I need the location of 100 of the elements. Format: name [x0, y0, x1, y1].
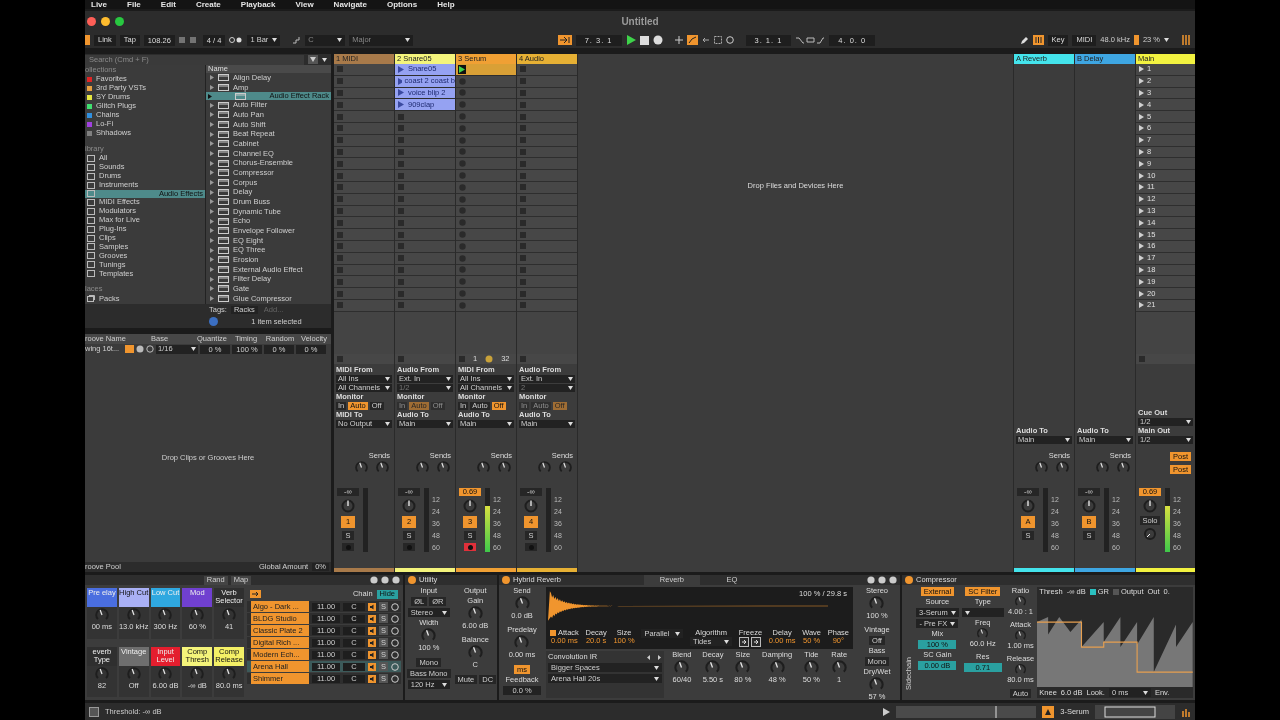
capture-icon[interactable]	[713, 36, 722, 44]
pan-knob[interactable]	[524, 499, 538, 513]
bars-icon[interactable]	[1181, 35, 1191, 45]
stop-clips-icon[interactable]	[398, 356, 404, 362]
speaker-icon[interactable]	[368, 662, 376, 671]
stop-button[interactable]	[639, 35, 649, 45]
caret-icon	[1164, 38, 1169, 42]
checkbox[interactable]	[550, 630, 556, 636]
record-icon	[528, 544, 534, 550]
stop-clips-icon[interactable]	[459, 356, 465, 362]
add-icon[interactable]	[674, 36, 683, 44]
caret-icon	[1126, 438, 1131, 442]
pan-knob[interactable]	[463, 499, 477, 513]
pan-knob[interactable]	[1021, 499, 1035, 513]
device-icon	[218, 227, 229, 235]
menu-item[interactable]: Help	[437, 0, 455, 9]
caret-icon	[441, 682, 447, 687]
maximize-button[interactable]	[115, 17, 124, 26]
chain-select-icon[interactable]	[250, 590, 261, 598]
progress-dot-icon	[485, 355, 494, 363]
prev-next-icon[interactable]	[646, 653, 662, 661]
metronome-icon[interactable]	[229, 36, 244, 44]
cpu-meter-icon	[1133, 35, 1139, 45]
caret-icon	[964, 610, 970, 615]
knob[interactable]	[513, 595, 531, 612]
arrow-box-icon[interactable]	[751, 637, 762, 647]
pencil-icon[interactable]	[1019, 35, 1029, 45]
filter-icon[interactable]	[308, 55, 318, 64]
device-icon	[218, 256, 229, 264]
speaker-icon[interactable]	[368, 626, 376, 635]
warning-icon[interactable]	[1042, 705, 1055, 718]
speaker-icon[interactable]	[368, 650, 376, 659]
knob[interactable]	[768, 659, 786, 676]
device-on-button[interactable]	[408, 576, 416, 584]
stop-clips-icon[interactable]	[520, 356, 526, 362]
menu-item[interactable]: Create	[195, 0, 221, 9]
pan-knob[interactable]	[1143, 499, 1157, 513]
session-record-icon[interactable]	[725, 36, 734, 44]
menu-item[interactable]: View	[295, 0, 314, 9]
menu-item[interactable]: Playback	[240, 0, 276, 9]
speaker-icon[interactable]	[368, 614, 376, 623]
menu-item[interactable]: File	[127, 0, 141, 9]
menu-item[interactable]: Options	[386, 0, 418, 9]
cue-knob[interactable]	[1144, 528, 1156, 540]
arm-button[interactable]	[464, 543, 476, 551]
knob[interactable]	[466, 605, 484, 622]
back-icon[interactable]	[701, 36, 710, 44]
record-icon	[345, 544, 351, 550]
close-button[interactable]	[87, 17, 96, 26]
device-icon	[218, 198, 229, 206]
panel-toggle-icon[interactable]	[89, 706, 99, 717]
follow-icon[interactable]	[557, 35, 572, 45]
knob[interactable]	[420, 627, 438, 644]
menu-item[interactable]: Edit	[160, 0, 176, 9]
scale-icon[interactable]	[292, 36, 302, 44]
knob[interactable]	[513, 634, 531, 651]
knob[interactable]	[868, 676, 886, 693]
play-icon[interactable]	[458, 64, 466, 74]
caret-icon	[507, 422, 512, 426]
knob[interactable]	[830, 659, 848, 676]
arrow-box-icon[interactable]	[739, 637, 750, 647]
menu-item[interactable]: Live	[91, 0, 107, 9]
speaker-icon[interactable]	[368, 602, 376, 611]
caret-icon	[724, 639, 730, 644]
caret-icon	[568, 422, 573, 426]
play-button[interactable]	[625, 35, 636, 45]
speaker-icon[interactable]	[368, 638, 376, 647]
knob[interactable]	[704, 659, 722, 676]
clip[interactable]	[456, 64, 516, 75]
knob[interactable]	[466, 644, 484, 661]
checkbox[interactable]	[1089, 589, 1096, 595]
automation-arm-icon[interactable]	[686, 35, 698, 45]
caret-icon	[191, 347, 196, 351]
checkbox[interactable]	[1113, 589, 1119, 595]
device-icon	[218, 121, 229, 128]
record-button[interactable]	[652, 35, 663, 45]
device-on-button[interactable]	[905, 576, 913, 584]
caret-icon	[1142, 690, 1148, 695]
pan-knob[interactable]	[1082, 499, 1096, 513]
play-icon[interactable]	[882, 707, 891, 716]
meter-track	[363, 488, 368, 552]
device-overview[interactable]	[1095, 704, 1175, 719]
device-icon	[218, 140, 229, 148]
knob[interactable]	[673, 659, 691, 676]
knob[interactable]	[734, 659, 752, 676]
device-on-button[interactable]	[502, 576, 510, 584]
menu-item[interactable]: Navigate	[333, 0, 367, 9]
punch-loop-icon[interactable]	[795, 35, 826, 45]
speaker-icon[interactable]	[368, 674, 376, 683]
minimize-button[interactable]	[101, 17, 110, 26]
pan-knob[interactable]	[402, 499, 416, 513]
knob[interactable]	[868, 595, 886, 612]
caret-icon	[405, 38, 411, 42]
bars-icon[interactable]	[1181, 706, 1191, 717]
stop-clips-icon[interactable]	[337, 356, 343, 362]
info-icon[interactable]	[209, 317, 218, 326]
knob[interactable]	[802, 659, 820, 676]
pan-knob[interactable]	[341, 499, 355, 513]
device-icon	[218, 130, 229, 138]
dropdown[interactable]	[961, 608, 1004, 617]
